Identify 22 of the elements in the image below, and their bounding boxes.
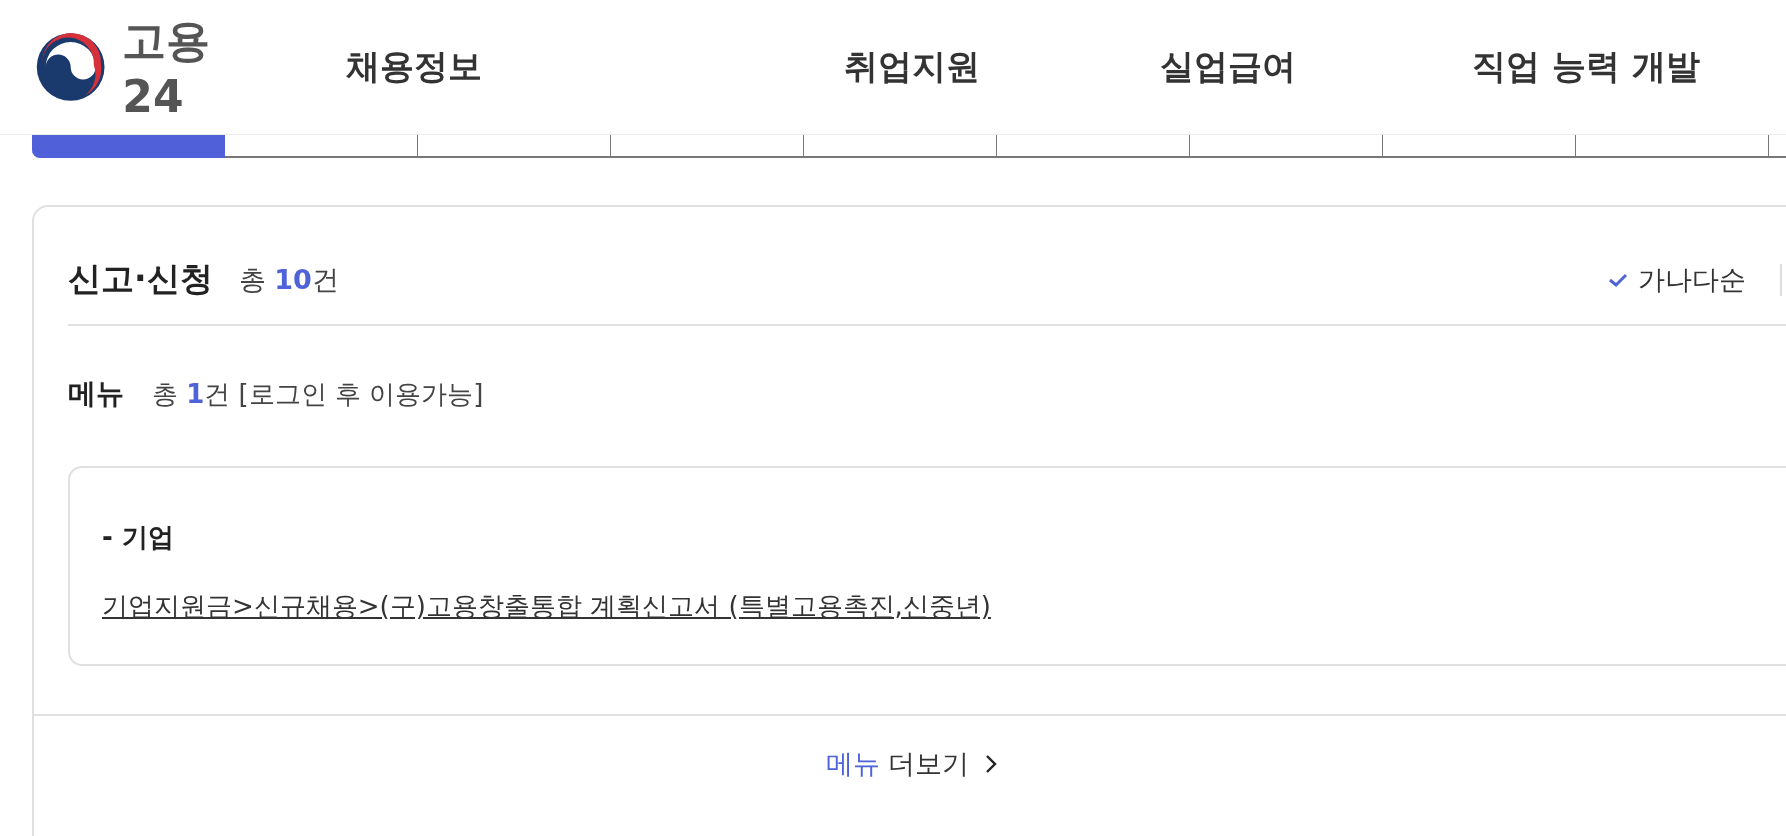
tab[interactable] — [225, 135, 418, 158]
nav-link[interactable]: 실업급여 — [1070, 44, 1386, 90]
tab[interactable] — [418, 135, 611, 158]
tab[interactable] — [1576, 135, 1769, 158]
tab[interactable] — [1190, 135, 1383, 158]
tab[interactable] — [611, 135, 804, 158]
check-icon — [1608, 271, 1628, 288]
category-label: - 기업 — [102, 521, 175, 554]
nav-link[interactable]: 취업지원 — [754, 44, 1070, 90]
tab[interactable] — [804, 135, 997, 158]
result-count: 총 10건 — [238, 262, 339, 297]
nav-link[interactable]: 직업 능력 개발 — [1386, 44, 1786, 90]
logo-text[interactable]: 고용24 — [122, 12, 246, 122]
menu-count: 총 1건 [로그인 후 이용가능] — [152, 377, 484, 411]
menu-path-link[interactable]: 기업지원금>신규채용>(구)고용창출통합 계획신고서 (특별고용촉진,신중년) — [102, 591, 991, 621]
menu-title: 메뉴 — [68, 376, 124, 412]
section-title: 신고·신청 — [68, 258, 213, 300]
chevron-right-icon — [984, 754, 997, 774]
tab[interactable] — [997, 135, 1190, 158]
more-button[interactable]: 메뉴 더보기 — [825, 746, 997, 782]
sort-option[interactable]: 가나다순 — [1608, 261, 1746, 298]
tab[interactable] — [1383, 135, 1576, 158]
